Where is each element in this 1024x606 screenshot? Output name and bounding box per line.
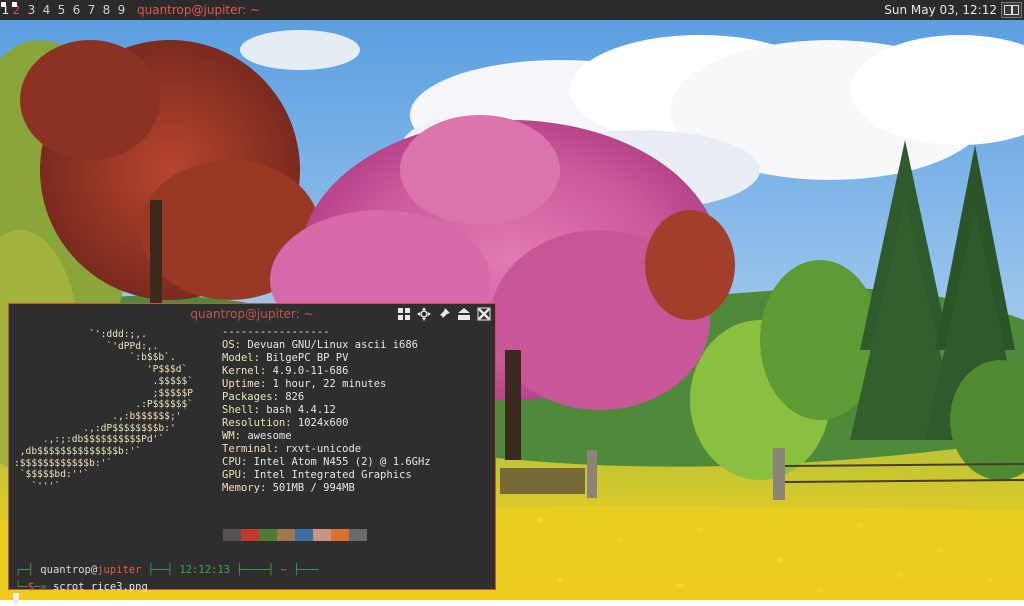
info-line-shell: Shell: bash 4.4.12 bbox=[222, 404, 336, 416]
info-line-os: OS: Devuan GNU/Linux ascii i686 bbox=[222, 339, 418, 351]
tag-7[interactable]: 7 bbox=[86, 0, 97, 20]
info-line-wm: WM: awesome bbox=[222, 430, 292, 442]
window-controls bbox=[396, 306, 492, 322]
info-line-gpu: GPU: Intel Integrated Graphics bbox=[222, 469, 412, 481]
close-icon[interactable] bbox=[476, 306, 492, 322]
tag-1[interactable]: 1 bbox=[0, 0, 11, 20]
command-text: scrot rice3.png bbox=[52, 581, 148, 593]
sticky-icon[interactable] bbox=[436, 306, 452, 322]
command-line[interactable]: └─$─» scrot rice3.png bbox=[15, 581, 148, 593]
tag-6[interactable]: 6 bbox=[71, 0, 82, 20]
color-palette bbox=[223, 529, 367, 541]
palette-swatch bbox=[259, 529, 277, 541]
clock[interactable]: Sun May 03, 12:12 bbox=[884, 3, 997, 17]
info-line-packages: Packages: 826 bbox=[222, 391, 305, 403]
tile-layout-icon[interactable] bbox=[1001, 2, 1022, 18]
info-line-uptime: Uptime: 1 hour, 22 minutes bbox=[222, 378, 387, 390]
info-separator: ----------------- bbox=[222, 326, 330, 338]
shell-prompt: ┌─┤ quantrop@jupiter ├──┤ 12:12:13 ├────… bbox=[15, 564, 319, 576]
palette-swatch bbox=[277, 529, 295, 541]
top-panel: 1 2 3 4 5 6 7 8 9 quantrop@jupiter: ~ Su… bbox=[0, 0, 1024, 20]
tag-5[interactable]: 5 bbox=[56, 0, 67, 20]
palette-swatch bbox=[331, 529, 349, 541]
text-cursor bbox=[13, 593, 19, 604]
tag-3[interactable]: 3 bbox=[26, 0, 37, 20]
floating-icon[interactable] bbox=[396, 306, 412, 322]
terminal-content[interactable]: `':ddd:;,. `'dPPd:,. `:b$$b`. 'P$$$d` .$… bbox=[9, 324, 495, 604]
palette-swatch bbox=[241, 529, 259, 541]
distro-ascii-logo: `':ddd:;,. `'dPPd:,. `:b$$b`. 'P$$$d` .$… bbox=[14, 329, 194, 493]
maximize-icon[interactable] bbox=[456, 306, 472, 322]
palette-swatch bbox=[223, 529, 241, 541]
tasklist-item[interactable]: quantrop@jupiter: ~ bbox=[137, 3, 260, 17]
terminal-window[interactable]: quantrop@jupiter: ~ `':ddd:;,. `'dPPd:,.… bbox=[8, 303, 496, 604]
tag-occupied-indicator bbox=[1, 2, 6, 7]
tag-4[interactable]: 4 bbox=[41, 0, 52, 20]
tag-9[interactable]: 9 bbox=[116, 0, 127, 20]
info-line-terminal: Terminal: rxvt-unicode bbox=[222, 443, 362, 455]
tag-8[interactable]: 8 bbox=[101, 0, 112, 20]
move-icon[interactable] bbox=[416, 306, 432, 322]
palette-swatch bbox=[349, 529, 367, 541]
window-titlebar[interactable]: quantrop@jupiter: ~ bbox=[9, 304, 495, 324]
tag-2[interactable]: 2 bbox=[11, 0, 22, 20]
prompt-host: jupiter bbox=[97, 564, 142, 576]
info-line-cpu: CPU: Intel Atom N455 (2) @ 1.6GHz bbox=[222, 456, 431, 468]
info-line-resolution: Resolution: 1024x600 bbox=[222, 417, 349, 429]
info-line-memory: Memory: 501MB / 994MB bbox=[222, 482, 355, 494]
prompt-time: 12:12:13 bbox=[179, 564, 230, 576]
palette-swatch bbox=[295, 529, 313, 541]
palette-swatch bbox=[313, 529, 331, 541]
prompt-user: quantrop bbox=[40, 564, 91, 576]
info-line-kernel: Kernel: 4.9.0-11-686 bbox=[222, 365, 349, 377]
info-line-model: Model: BilgePC BP PV bbox=[222, 352, 349, 364]
tag-occupied-indicator bbox=[12, 2, 17, 7]
system-info: ----------------- OS: Devuan GNU/Linux a… bbox=[222, 326, 431, 495]
